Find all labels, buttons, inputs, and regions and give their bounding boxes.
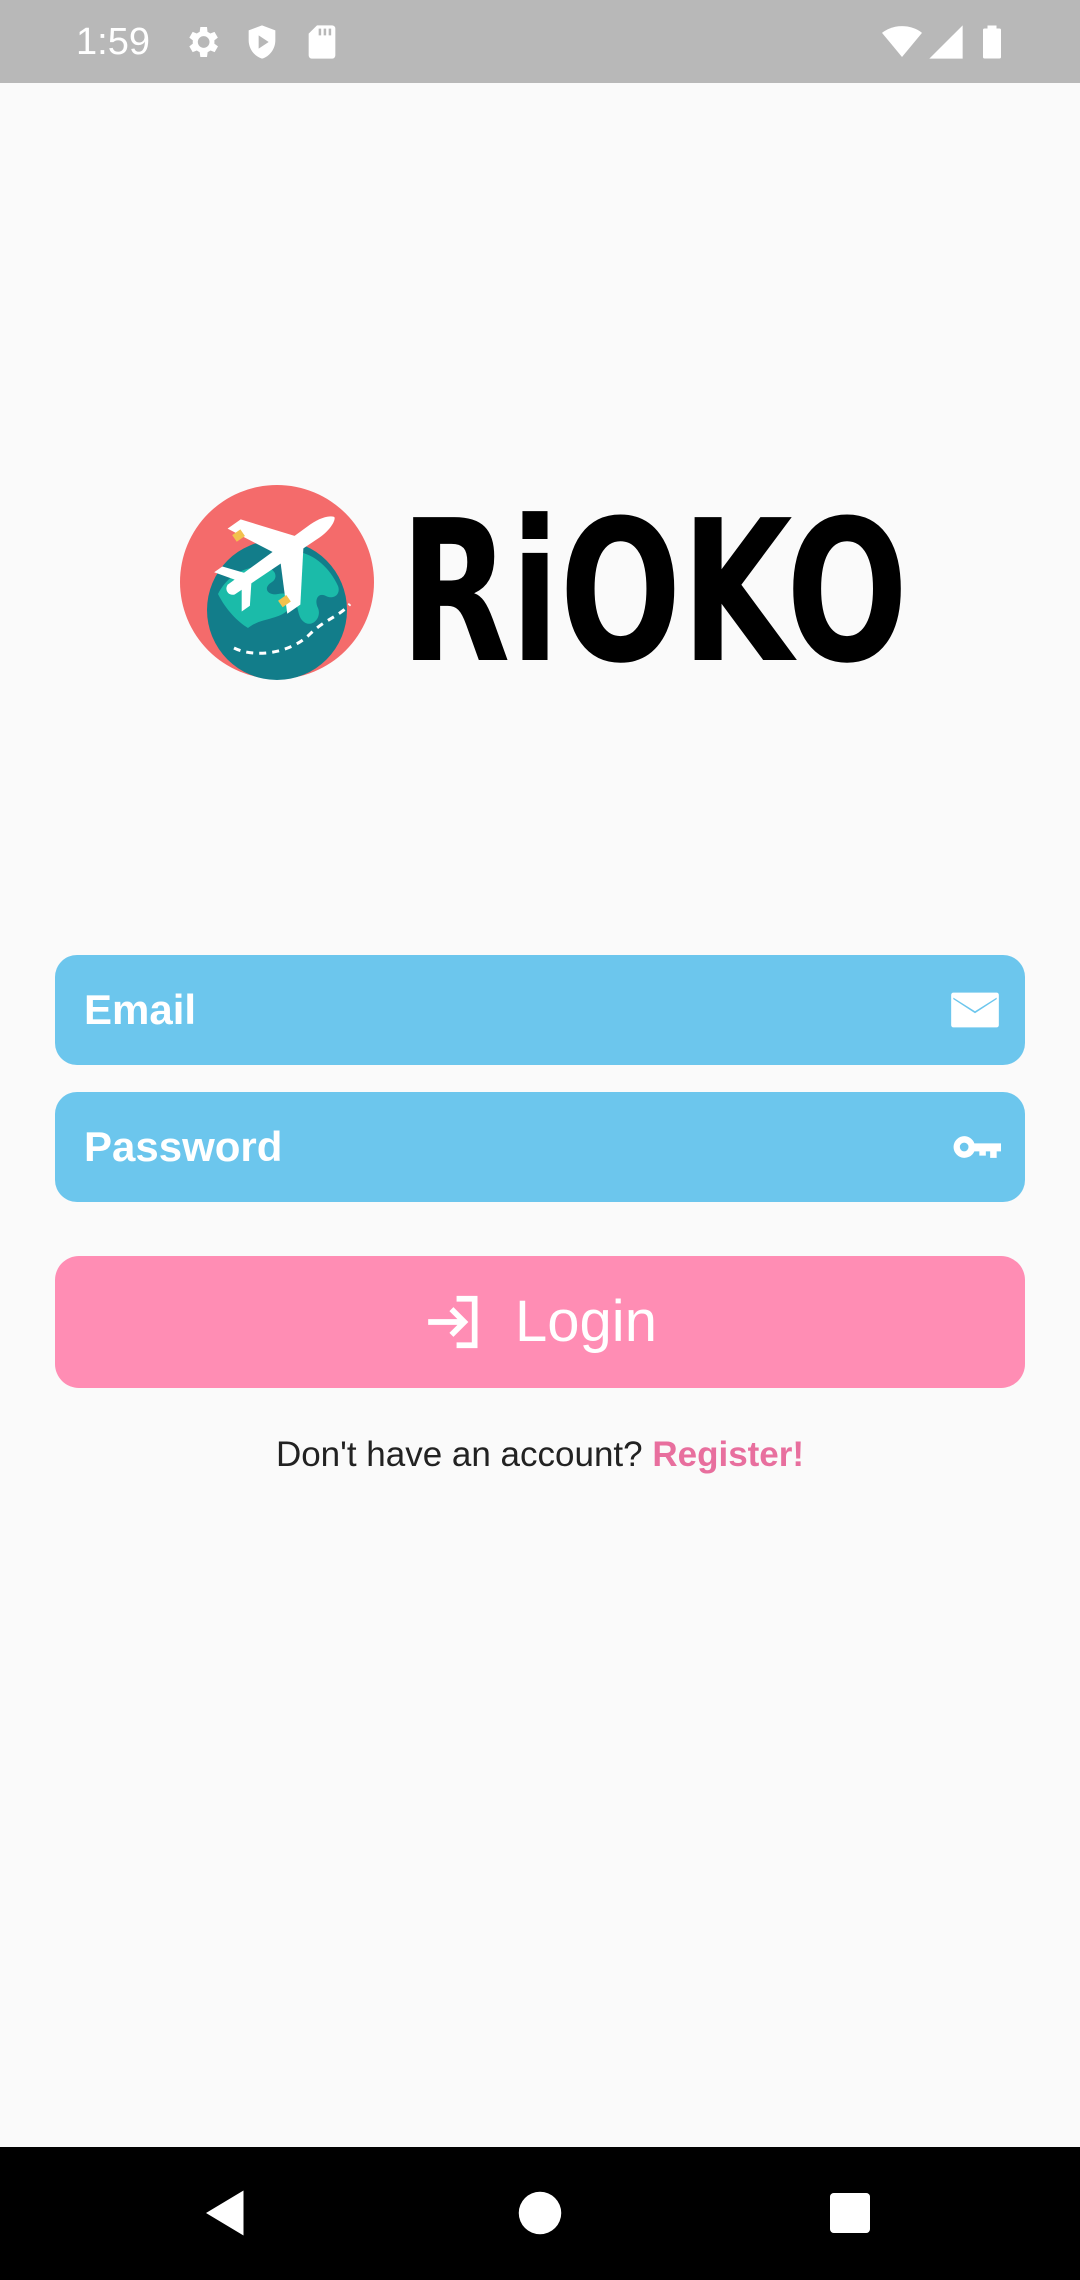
shield-play-icon	[242, 22, 282, 62]
register-link[interactable]: Register!	[652, 1435, 804, 1474]
back-icon[interactable]	[196, 2183, 256, 2243]
rioko-logo: RiOKO	[178, 482, 918, 682]
login-screen: 1:59 RiOKO Email Password Login Don't ha…	[0, 0, 1080, 2280]
password-field[interactable]: Password	[55, 1092, 1025, 1202]
recents-icon[interactable]	[820, 2183, 880, 2243]
navigation-bar	[0, 2147, 1080, 2280]
sd-card-icon	[302, 22, 342, 62]
register-prompt-line: Don't have an account? Register!	[0, 1430, 1080, 1480]
email-placeholder: Email	[84, 986, 197, 1033]
home-icon[interactable]	[510, 2183, 570, 2243]
globe-plane-icon	[180, 485, 374, 680]
logo-wordmark: RiOKO	[400, 482, 908, 682]
status-bar: 1:59	[0, 0, 1080, 83]
key-icon	[949, 1121, 1001, 1173]
login-arrow-icon	[423, 1291, 485, 1353]
login-label: Login	[515, 1289, 657, 1354]
email-field[interactable]: Email	[55, 955, 1025, 1065]
password-placeholder: Password	[84, 1123, 283, 1170]
login-button[interactable]: Login	[55, 1256, 1025, 1388]
register-prompt: Don't have an account?	[275, 1435, 643, 1474]
gear-icon	[182, 22, 222, 62]
mail-icon	[949, 984, 1001, 1036]
battery-icon	[974, 22, 1010, 62]
wifi-icon	[880, 22, 924, 62]
signal-icon	[926, 22, 966, 62]
status-time: 1:59	[76, 21, 150, 63]
